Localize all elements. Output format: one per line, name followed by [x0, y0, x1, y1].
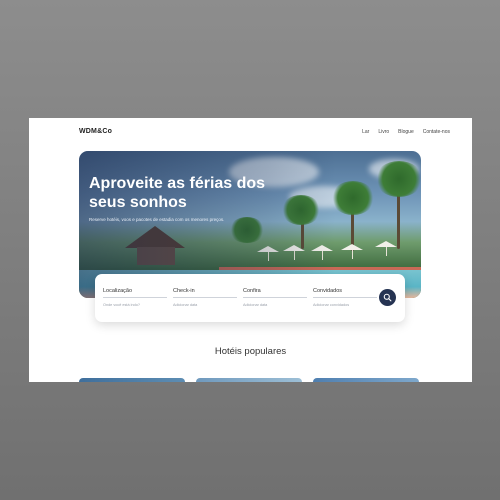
nav-link-blogue[interactable]: Blogue [398, 129, 414, 135]
field-placeholder[interactable]: Adicionar data [243, 303, 307, 307]
hotel-card-image[interactable] [79, 378, 185, 382]
field-label: Confira [243, 288, 307, 298]
hero-subtitle: Reserve hotéis, voos e pacotes de estadi… [89, 217, 225, 222]
website-page: WDM&Co Lar Livro Blogue Contate-nos Apro… [29, 118, 472, 382]
field-placeholder[interactable]: Onde você está indo? [103, 303, 167, 307]
field-label: Check-in [173, 288, 237, 298]
field-label: Localização [103, 288, 167, 298]
nav-link-lar[interactable]: Lar [362, 129, 369, 135]
field-placeholder[interactable]: Adicionar data [173, 303, 237, 307]
nav-link-livro[interactable]: Livro [378, 129, 389, 135]
brand-logo[interactable]: WDM&Co [79, 128, 112, 135]
location-field[interactable]: Localização Onde você está indo? [103, 288, 167, 307]
check-in-field[interactable]: Check-in Adicionar data [173, 288, 237, 307]
guests-field[interactable]: Convidados Adicionar convidados [313, 288, 377, 307]
hero-title: Aproveite as férias dos seus sonhos [89, 175, 266, 211]
field-placeholder[interactable]: Adicionar convidados [313, 303, 377, 307]
hotel-card-image[interactable] [313, 378, 419, 382]
nav-link-contate-nos[interactable]: Contate-nos [423, 129, 450, 135]
search-icon [383, 293, 392, 302]
field-label: Convidados [313, 288, 377, 298]
search-button[interactable] [379, 289, 396, 306]
hotel-card-image[interactable] [196, 378, 302, 382]
booking-search-bar: Localização Onde você está indo? Check-i… [95, 274, 405, 322]
check-out-field[interactable]: Confira Adicionar data [243, 288, 307, 307]
top-navigation: WDM&Co Lar Livro Blogue Contate-nos [29, 118, 472, 148]
nav-menu: Lar Livro Blogue Contate-nos [362, 129, 450, 135]
popular-hotels-heading: Hotéis populares [214, 346, 287, 357]
